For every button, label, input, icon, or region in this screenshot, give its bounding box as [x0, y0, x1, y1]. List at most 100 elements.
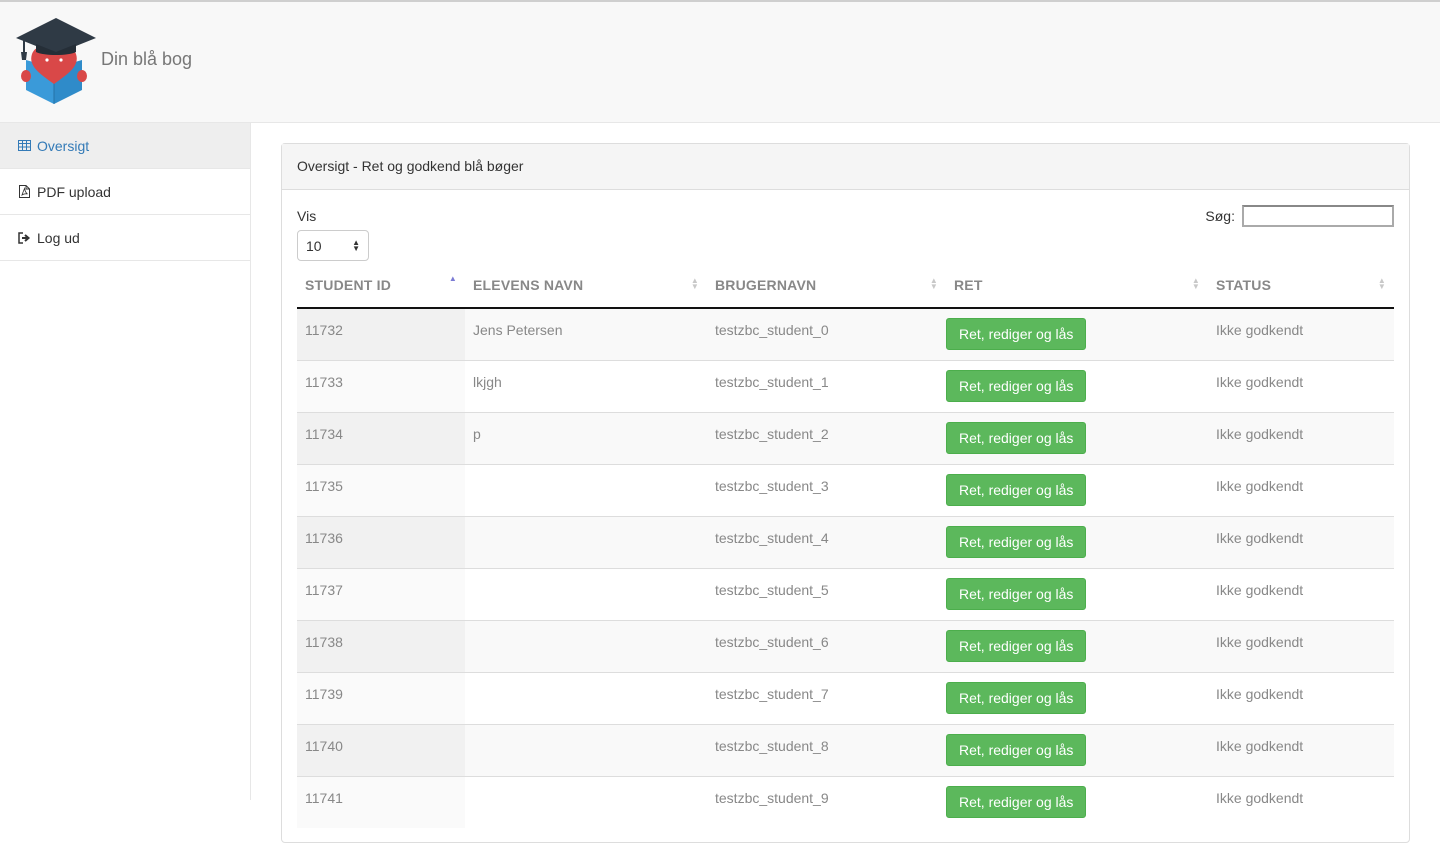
column-header-elevens-navn[interactable]: ELEVENS NAVN ▲ ▼: [465, 262, 707, 309]
students-table: STUDENT ID ▲ ELEVENS NAVN ▲ ▼ BRUGERNAVN …: [297, 262, 1394, 828]
cell-student-id: 11739: [297, 671, 465, 724]
sort-ascending-icon: ▲: [448, 274, 457, 283]
main-content: Oversigt - Ret og godkend blå bøger Vis …: [251, 123, 1440, 843]
edit-lock-button[interactable]: Ret, rediger og lås: [946, 733, 1087, 766]
edit-lock-button[interactable]: Ret, rediger og lås: [946, 525, 1087, 558]
table-row: 11736 testzbc_student_4 Ret, rediger og …: [297, 515, 1394, 568]
table-row: 11734 p testzbc_student_2 Ret, rediger o…: [297, 411, 1394, 464]
table-row: 11740 testzbc_student_8 Ret, rediger og …: [297, 723, 1394, 776]
edit-lock-button[interactable]: Ret, rediger og lås: [946, 473, 1087, 506]
cell-username: testzbc_student_1: [707, 359, 946, 412]
table-row: 11735 testzbc_student_3 Ret, rediger og …: [297, 463, 1394, 516]
search-input[interactable]: [1242, 205, 1394, 227]
panel-title: Oversigt - Ret og godkend blå bøger: [282, 144, 1409, 190]
table-row: 11741 testzbc_student_9 Ret, rediger og …: [297, 775, 1394, 828]
edit-lock-button[interactable]: Ret, rediger og lås: [946, 318, 1087, 350]
cell-student-id: 11735: [297, 463, 465, 516]
column-header-student-id[interactable]: STUDENT ID ▲: [297, 262, 465, 309]
cell-status: Ikke godkendt: [1208, 463, 1394, 516]
cell-student-id: 11733: [297, 359, 465, 412]
cell-username: testzbc_student_6: [707, 619, 946, 672]
cell-action: Ret, rediger og lås: [946, 515, 1208, 568]
table-row: 11737 testzbc_student_5 Ret, rediger og …: [297, 567, 1394, 620]
table-row: 11732 Jens Petersen testzbc_student_0 Re…: [297, 307, 1394, 360]
column-header-label: RET: [954, 276, 983, 293]
cell-username: testzbc_student_9: [707, 775, 946, 828]
sort-both-icon: ▲ ▼: [929, 276, 938, 291]
cell-username: testzbc_student_4: [707, 515, 946, 568]
app-header: Din blå bog: [0, 2, 1440, 123]
cell-action: Ret, rediger og lås: [946, 359, 1208, 412]
cell-status: Ikke godkendt: [1208, 723, 1394, 776]
edit-lock-button[interactable]: Ret, rediger og lås: [946, 785, 1087, 818]
cell-username: testzbc_student_5: [707, 567, 946, 620]
cell-student-id: 11738: [297, 619, 465, 672]
edit-lock-button[interactable]: Ret, rediger og lås: [946, 577, 1087, 610]
table-row: 11739 testzbc_student_7 Ret, rediger og …: [297, 671, 1394, 724]
cell-action: Ret, rediger og lås: [946, 567, 1208, 620]
page-length-value: 10: [306, 237, 322, 254]
cell-action: Ret, rediger og lås: [946, 671, 1208, 724]
cell-action: Ret, rediger og lås: [946, 619, 1208, 672]
select-arrows-icon: ▲ ▼: [352, 237, 360, 253]
cell-status: Ikke godkendt: [1208, 515, 1394, 568]
cell-action: Ret, rediger og lås: [946, 723, 1208, 776]
pdf-file-icon: [17, 185, 31, 199]
cell-status: Ikke godkendt: [1208, 671, 1394, 724]
column-header-label: STATUS: [1216, 276, 1272, 293]
cell-student-id: 11740: [297, 723, 465, 776]
cell-status: Ikke godkendt: [1208, 567, 1394, 620]
cell-action: Ret, rediger og lås: [946, 307, 1208, 360]
sidebar-item-label: PDF upload: [37, 183, 111, 200]
logout-icon: [17, 231, 31, 245]
cell-username: testzbc_student_0: [707, 307, 946, 360]
search-label: Søg:: [1205, 208, 1235, 224]
cell-username: testzbc_student_8: [707, 723, 946, 776]
sidebar-item-label: Log ud: [37, 229, 80, 246]
sort-both-icon: ▲ ▼: [1377, 276, 1386, 291]
edit-lock-button[interactable]: Ret, rediger og lås: [946, 681, 1087, 714]
sidebar-item-oversigt[interactable]: Oversigt: [0, 123, 250, 169]
table-controls: Vis 10 ▲ ▼ Søg:: [282, 190, 1409, 262]
cell-student-id: 11732: [297, 307, 465, 360]
cell-student-id: 11736: [297, 515, 465, 568]
page-length-select[interactable]: 10 ▲ ▼: [297, 230, 369, 261]
table-icon: [17, 139, 31, 153]
column-header-label: BRUGERNAVN: [715, 276, 817, 293]
edit-lock-button[interactable]: Ret, rediger og lås: [946, 629, 1087, 662]
cell-action: Ret, rediger og lås: [946, 463, 1208, 516]
column-header-status[interactable]: STATUS ▲ ▼: [1208, 262, 1394, 309]
cell-student-name: [465, 463, 707, 516]
cell-student-name: [465, 567, 707, 620]
sort-both-icon: ▲ ▼: [690, 276, 699, 291]
cell-student-name: lkjgh: [465, 359, 707, 412]
cell-username: testzbc_student_7: [707, 671, 946, 724]
cell-action: Ret, rediger og lås: [946, 775, 1208, 828]
overview-panel: Oversigt - Ret og godkend blå bøger Vis …: [281, 143, 1410, 843]
table-row: 11733 lkjgh testzbc_student_1 Ret, redig…: [297, 359, 1394, 412]
edit-lock-button[interactable]: Ret, rediger og lås: [946, 369, 1087, 402]
cell-status: Ikke godkendt: [1208, 359, 1394, 412]
column-header-brugernavn[interactable]: BRUGERNAVN ▲ ▼: [707, 262, 946, 309]
cell-student-name: [465, 723, 707, 776]
cell-student-name: [465, 775, 707, 828]
cell-action: Ret, rediger og lås: [946, 411, 1208, 464]
cell-student-id: 11734: [297, 411, 465, 464]
edit-lock-button[interactable]: Ret, rediger og lås: [946, 421, 1087, 454]
column-header-label: STUDENT ID: [305, 276, 391, 293]
cell-username: testzbc_student_3: [707, 463, 946, 516]
cell-status: Ikke godkendt: [1208, 619, 1394, 672]
table-header-row: STUDENT ID ▲ ELEVENS NAVN ▲ ▼ BRUGERNAVN …: [297, 262, 1394, 309]
cell-status: Ikke godkendt: [1208, 307, 1394, 360]
cell-username: testzbc_student_2: [707, 411, 946, 464]
cell-student-name: p: [465, 411, 707, 464]
cell-student-name: [465, 515, 707, 568]
brand-name[interactable]: Din blå bog: [101, 49, 192, 70]
sidebar-item-pdf-upload[interactable]: PDF upload: [0, 169, 250, 215]
logo[interactable]: [14, 16, 98, 108]
sidebar-item-log-ud[interactable]: Log ud: [0, 215, 250, 261]
cell-student-id: 11741: [297, 775, 465, 828]
cell-student-name: Jens Petersen: [465, 307, 707, 360]
column-header-ret[interactable]: RET ▲ ▼: [946, 262, 1208, 309]
cell-student-name: [465, 619, 707, 672]
